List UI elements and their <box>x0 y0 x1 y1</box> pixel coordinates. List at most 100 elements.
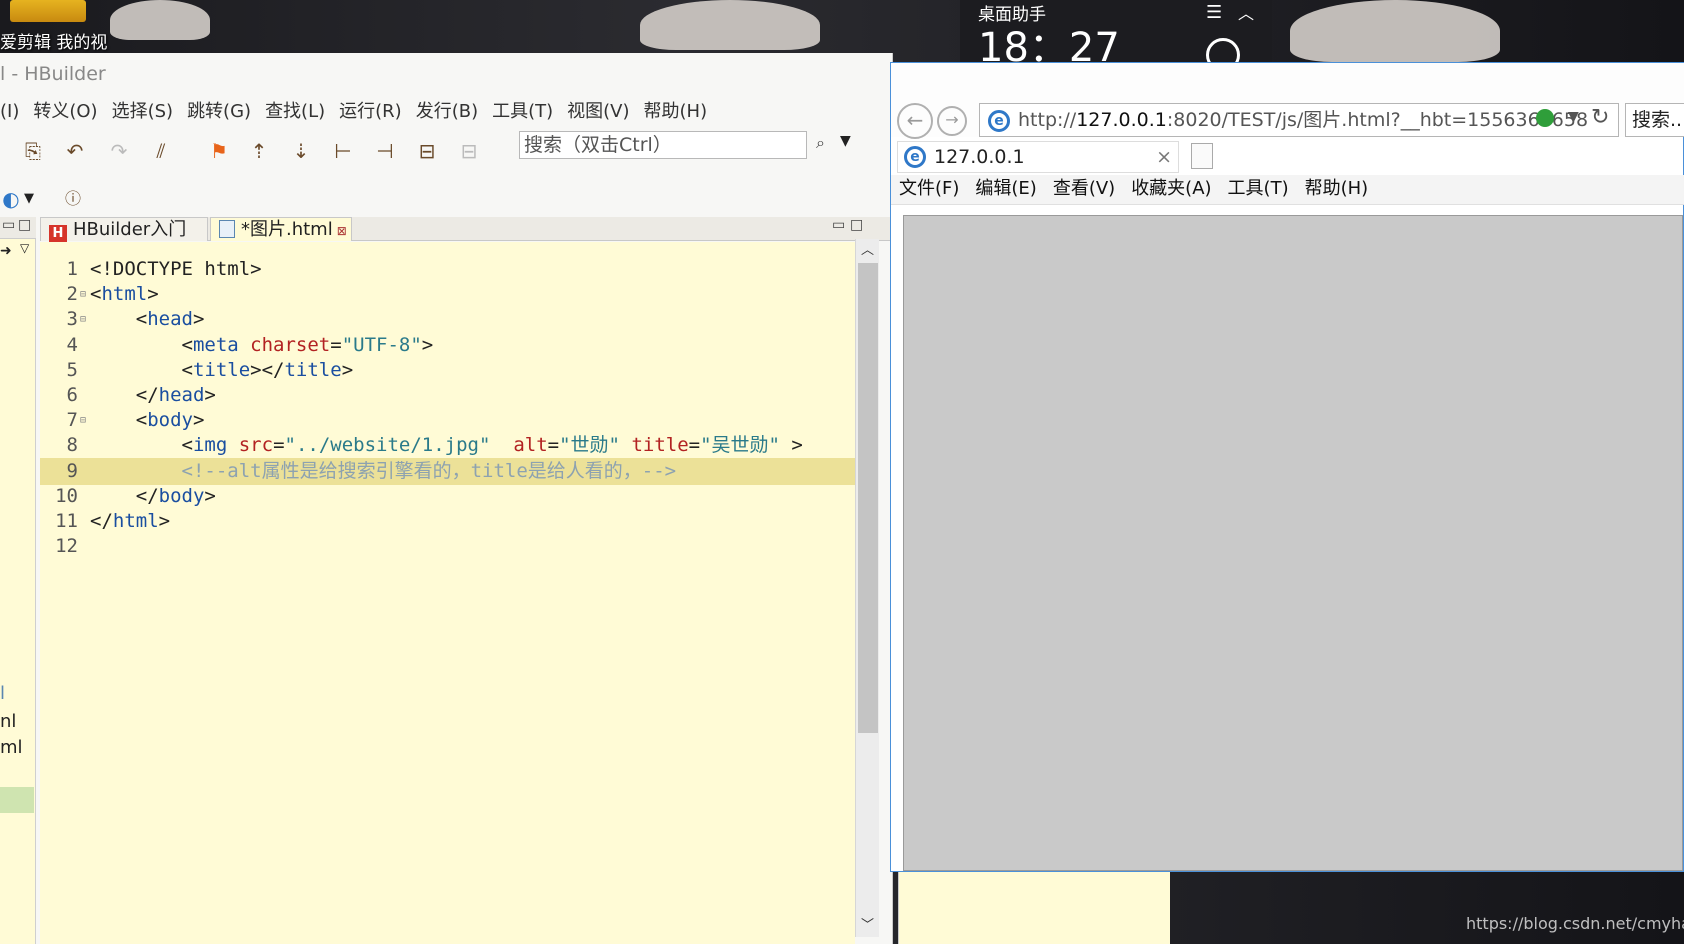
chevron-down-icon[interactable]: ▼ <box>840 133 851 149</box>
code-token: </ <box>90 384 159 406</box>
url-path: :8020/TEST/js/图片.html?__hbt=1556360658 <box>1166 109 1589 131</box>
uncomment-icon[interactable]: ⊟ <box>458 139 480 163</box>
code-line[interactable]: 5 <title></title> <box>40 357 855 384</box>
menu-item[interactable]: 工具(T) <box>1228 175 1289 203</box>
code-token: <!--alt属性是给搜索引擎看的，title是给人看的，--> <box>90 459 677 482</box>
save-all-icon[interactable]: ⎘ <box>22 139 44 163</box>
code-text: <title></title> <box>90 357 354 384</box>
menu-item[interactable]: 收藏夹(A) <box>1131 175 1211 203</box>
code-line[interactable]: 12 <box>40 533 855 560</box>
code-line[interactable]: 4 <meta charset="UTF-8"> <box>40 332 855 359</box>
tab-image-html[interactable]: *图片.html ⊠ <box>210 217 352 241</box>
page-content <box>903 215 1683 871</box>
fold-toggle-icon[interactable]: ⊟ <box>80 407 86 434</box>
jump-end-icon[interactable]: ⊣ <box>374 139 396 163</box>
code-line[interactable]: 3 ⊟ <head> <box>40 306 855 333</box>
back-icon[interactable]: ← <box>897 103 933 139</box>
jump-up-icon[interactable]: ⇡ <box>248 139 270 163</box>
chevron-down-icon[interactable]: ▼ <box>18 187 40 211</box>
search-icon[interactable]: ⌕ <box>816 133 825 153</box>
project-tree-item[interactable]: nl <box>0 711 16 732</box>
chevron-down-icon[interactable]: ﹀ <box>861 914 874 933</box>
code-line[interactable]: 7 ⊟ <body> <box>40 407 855 434</box>
tab-hbuilder-intro[interactable]: H HBuilder入门 <box>40 217 208 243</box>
scroll-thumb[interactable] <box>858 263 878 733</box>
new-tab-button[interactable] <box>1191 143 1213 169</box>
format-icon[interactable]: ⫽ <box>150 139 172 163</box>
desktop-app-icon[interactable] <box>10 0 86 22</box>
code-line[interactable]: 11 </html> <box>40 508 855 535</box>
code-line[interactable]: 2 ⊟ <html> <box>40 281 855 308</box>
code-editor[interactable]: 1 <!DOCTYPE html> 2 ⊟ <html> 3 ⊟ <head> 4 <meta… <box>40 242 855 944</box>
menu-item[interactable]: (I) <box>0 101 19 122</box>
bookmark-icon[interactable]: ⚑ <box>208 139 230 163</box>
browser-tab[interactable]: e 127.0.0.1 × <box>897 141 1179 173</box>
line-number: 2 <box>66 283 78 306</box>
chevron-up-icon[interactable]: ︿ <box>1238 0 1254 24</box>
close-icon[interactable]: ⊠ <box>337 224 347 238</box>
project-tree-item[interactable]: ml <box>0 737 23 758</box>
code-token: > <box>204 484 216 507</box>
menu-item[interactable]: 选择(S) <box>112 97 173 123</box>
project-tree-toggle[interactable]: ➜ <box>0 243 12 259</box>
code-token: charset <box>250 333 331 356</box>
close-icon[interactable]: × <box>1156 142 1172 172</box>
code-line[interactable]: 9 <!--alt属性是给搜索引擎看的，title是给人看的，--> <box>40 457 855 485</box>
selected-tree-item[interactable] <box>0 787 34 813</box>
maximize-icon[interactable]: □ <box>18 217 31 233</box>
menu-item[interactable]: 编辑(E) <box>975 175 1036 203</box>
menu-item[interactable]: 跳转(G) <box>187 97 251 123</box>
hbuilder-window: l - HBuilder (I) 转义(O) 选择(S) 跳转(G) 查找(L) 运行(R… <box>0 53 893 944</box>
forward-icon[interactable]: → <box>937 106 967 136</box>
menu-item[interactable]: 工具(T) <box>492 97 553 123</box>
menu-item[interactable]: 帮助(H) <box>644 97 708 123</box>
menu-icon[interactable]: ☰ <box>1206 2 1222 23</box>
project-tree-item[interactable]: l <box>0 683 5 704</box>
menu-item[interactable]: 运行(R) <box>339 97 402 123</box>
jump-start-icon[interactable]: ⊢ <box>332 139 354 163</box>
menu-item[interactable]: 视图(V) <box>567 97 629 123</box>
address-bar[interactable]: e http://127.0.0.1:8020/TEST/js/图片.html?_… <box>979 103 1619 137</box>
editor-scrollbar[interactable]: ︿ ﹀ <box>855 239 879 937</box>
menu-item[interactable]: 文件(F) <box>899 175 959 203</box>
chevron-down-icon[interactable]: ▼ <box>1568 109 1579 125</box>
code-token: "UTF-8" <box>341 333 422 356</box>
code-line[interactable]: 10 </body> <box>40 483 855 510</box>
minimize-icon[interactable]: ▭ <box>2 217 15 233</box>
code-token: = <box>330 333 342 356</box>
panel-filter-icon[interactable]: ▽ <box>20 241 29 255</box>
menu-item[interactable]: 帮助(H) <box>1305 175 1369 203</box>
chevron-up-icon[interactable]: ︿ <box>861 239 874 258</box>
widget-clock: 18：27 <box>978 25 1120 71</box>
search-input[interactable]: 搜索（双击Ctrl） <box>519 131 807 159</box>
menu-item[interactable]: 查看(V) <box>1053 175 1115 203</box>
fold-toggle-icon[interactable]: ⊟ <box>80 281 86 308</box>
undo-icon[interactable]: ↶ <box>64 139 86 163</box>
menu-item[interactable]: 查找(L) <box>265 97 325 123</box>
jump-down-icon[interactable]: ⇣ <box>290 139 312 163</box>
menu-item[interactable]: 转义(O) <box>33 97 97 123</box>
comment-icon[interactable]: ⊟ <box>416 139 438 163</box>
code-token: < <box>90 358 193 381</box>
code-text: <meta charset="UTF-8"> <box>90 332 434 359</box>
compatibility-icon[interactable] <box>1536 109 1554 127</box>
code-line[interactable]: 6 </head> <box>40 382 855 409</box>
code-line[interactable]: 1 <!DOCTYPE html> <box>40 256 855 283</box>
redo-icon[interactable]: ↷ <box>108 139 130 163</box>
desktop-icon-label: 爱剪辑 我的视 <box>0 33 108 53</box>
html-file-icon <box>219 220 235 238</box>
info-icon[interactable]: ⓘ <box>62 187 84 211</box>
refresh-icon[interactable]: ↻ <box>1591 105 1609 130</box>
minimize-icon[interactable]: ▭ <box>832 217 845 233</box>
search-box[interactable]: 搜索... <box>1625 103 1684 137</box>
code-line[interactable]: 8 <img src="../website/1.jpg" alt="世勋" t… <box>40 432 855 459</box>
code-token: meta <box>192 333 239 356</box>
hbuilder-logo-icon: H <box>49 225 67 243</box>
menu-item[interactable]: 发行(B) <box>416 97 478 123</box>
project-explorer-panel: ▭ □ ➜ ▽ l nl ml <box>0 217 36 944</box>
maximize-icon[interactable]: □ <box>850 217 863 233</box>
fold-toggle-icon[interactable]: ⊟ <box>80 306 86 333</box>
code-token: head <box>147 308 193 331</box>
